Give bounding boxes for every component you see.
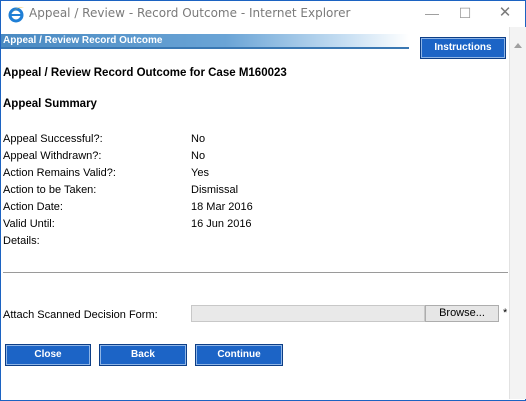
maximize-icon[interactable]: ☐ — [448, 3, 482, 23]
window-titlebar[interactable]: Appeal / Review - Record Outcome - Inter… — [1, 1, 525, 27]
continue-button[interactable]: Continue — [195, 344, 283, 366]
field-label: Appeal Successful?: — [3, 133, 103, 145]
close-window-icon[interactable]: ✕ — [488, 3, 522, 23]
scroll-up-arrow-icon[interactable] — [514, 43, 522, 48]
field-value: 16 Jun 2016 — [191, 218, 252, 230]
section-divider — [3, 272, 508, 273]
field-label: Action to be Taken: — [3, 184, 97, 196]
page-title: Appeal / Review Record Outcome for Case … — [3, 67, 287, 79]
back-button[interactable]: Back — [99, 344, 187, 366]
minimize-icon[interactable]: — — [415, 3, 449, 23]
browser-window: Appeal / Review - Record Outcome - Inter… — [0, 0, 526, 401]
browse-button[interactable]: Browse... — [425, 305, 499, 322]
vertical-scrollbar[interactable] — [509, 27, 526, 399]
file-path-field[interactable] — [191, 305, 425, 322]
close-button[interactable]: Close — [5, 344, 91, 366]
field-label: Action Remains Valid?: — [3, 167, 116, 179]
page-banner: Appeal / Review Record Outcome — [1, 34, 409, 49]
field-value: No — [191, 133, 206, 145]
field-value: No — [191, 150, 206, 162]
field-value: Yes — [191, 167, 209, 179]
field-label: Appeal Withdrawn?: — [3, 150, 102, 162]
field-value: 18 Mar 2016 — [191, 201, 253, 213]
internet-explorer-icon — [7, 5, 25, 23]
field-label: Details: — [3, 235, 40, 247]
field-value: Dismissal — [191, 184, 239, 196]
required-marker: * — [503, 307, 508, 319]
window-title: Appeal / Review - Record Outcome - Inter… — [29, 6, 351, 20]
field-label: Valid Until: — [3, 218, 55, 230]
banner-title: Appeal / Review Record Outcome — [3, 35, 163, 46]
instructions-button[interactable]: Instructions — [420, 37, 506, 59]
section-title: Appeal Summary — [3, 98, 97, 110]
attach-form-label: Attach Scanned Decision Form: — [3, 309, 158, 321]
field-label: Action Date: — [3, 201, 63, 213]
